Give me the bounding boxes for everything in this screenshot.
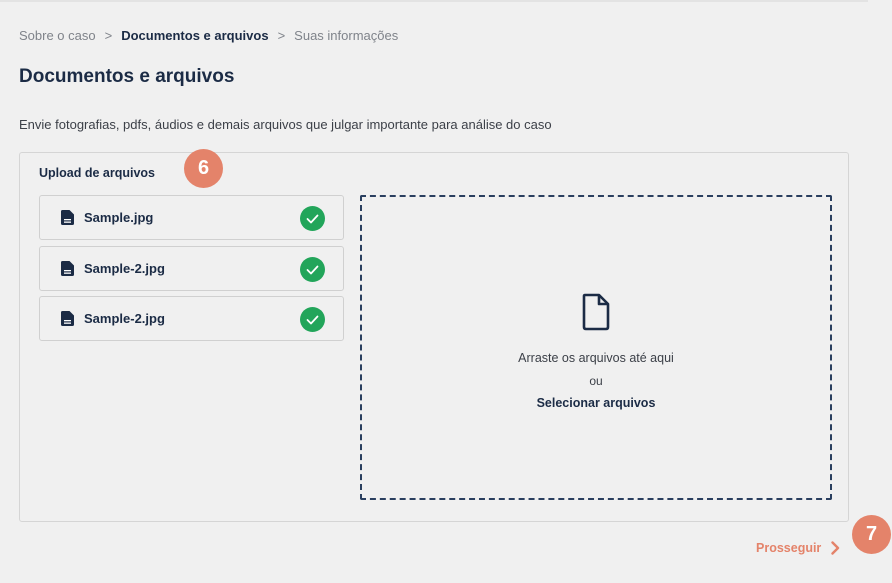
upload-title: Upload de arquivos	[39, 166, 155, 180]
top-divider	[0, 0, 868, 2]
document-icon	[61, 311, 74, 326]
breadcrumb-suas-informacoes[interactable]: Suas informações	[294, 28, 398, 43]
document-outline-icon	[582, 293, 610, 331]
breadcrumb-documentos[interactable]: Documentos e arquivos	[121, 28, 268, 43]
breadcrumb-sobre-o-caso[interactable]: Sobre o caso	[19, 28, 96, 43]
check-circle-icon	[300, 307, 325, 332]
next-button[interactable]: Prosseguir	[756, 541, 840, 555]
dropzone-instruction: Arraste os arquivos até aqui	[518, 351, 674, 365]
file-item[interactable]: Sample-2.jpg	[39, 296, 344, 341]
file-dropzone[interactable]: Arraste os arquivos até aqui ou Selecion…	[360, 195, 832, 500]
file-item[interactable]: Sample-2.jpg	[39, 246, 344, 291]
dropzone-or: ou	[589, 374, 603, 388]
breadcrumb-separator: >	[277, 28, 286, 43]
annotation-badge: 6	[184, 149, 223, 188]
page-description: Envie fotografias, pdfs, áudios e demais…	[19, 117, 552, 132]
next-label: Prosseguir	[756, 541, 822, 555]
document-icon	[61, 210, 74, 225]
file-item[interactable]: Sample.jpg	[39, 195, 344, 240]
annotation-badge: 7	[852, 515, 891, 554]
check-circle-icon	[300, 206, 325, 231]
file-name: Sample-2.jpg	[84, 261, 165, 276]
file-name: Sample.jpg	[84, 210, 154, 225]
breadcrumb-separator: >	[104, 28, 113, 43]
select-files-button[interactable]: Selecionar arquivos	[362, 396, 830, 410]
file-name: Sample-2.jpg	[84, 311, 165, 326]
page-title: Documentos e arquivos	[19, 66, 235, 87]
check-circle-icon	[300, 257, 325, 282]
chevron-right-icon	[831, 541, 840, 555]
document-icon	[61, 261, 74, 276]
breadcrumb: Sobre o caso > Documentos e arquivos > S…	[19, 28, 398, 43]
upload-panel: Upload de arquivos Sample.jpg Sample-2.j…	[19, 152, 849, 522]
